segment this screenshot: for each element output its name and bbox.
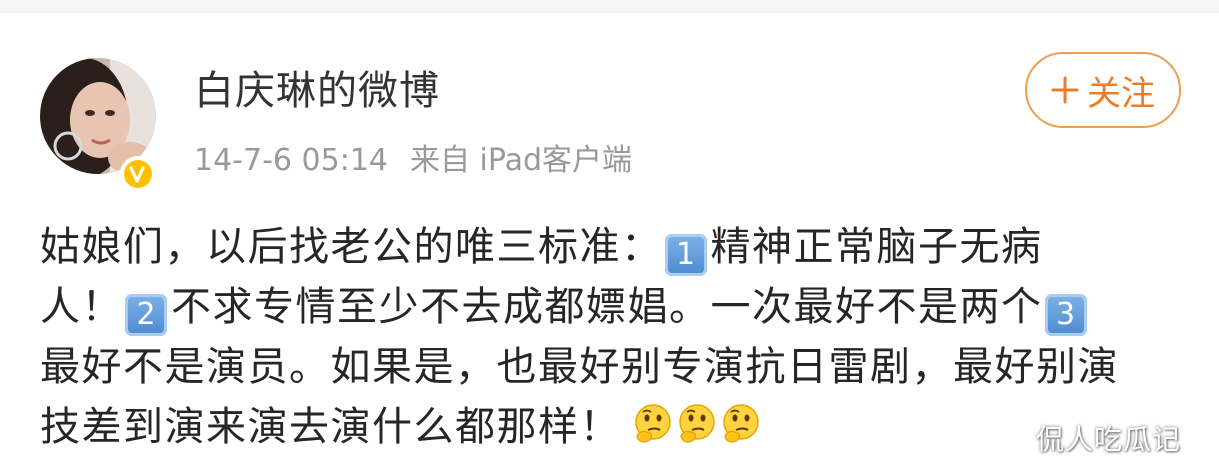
thinking-face-emoji <box>679 404 715 443</box>
plus-icon <box>1051 76 1079 104</box>
author-avatar[interactable] <box>40 58 156 192</box>
post-body: 姑娘们，以后找老公的唯三标准： 1 精神正常脑子无病 人！ 2 不求专情至少不去成都嫖娼… <box>40 217 1190 457</box>
post-line: 最好不是演员。如果是，也最好别专演抗日雷剧，最好别演 <box>40 344 1119 390</box>
keycap-two-emoji: 2 <box>125 294 167 336</box>
post-line: 技差到演来演去演什么都那样！ <box>40 397 1190 457</box>
top-divider <box>0 0 1219 13</box>
post-timestamp: 14-7-6 05:14 <box>194 143 388 178</box>
weibo-post-card: 白庆琳的微博 14-7-6 05:14 来自 iPad客户端 关注 姑娘们，以后找… <box>0 0 1219 475</box>
keycap-one-emoji: 1 <box>664 234 707 276</box>
post-line: 人！ 2 不求专情至少不去成都嫖娼。一次最好不是两个 3 <box>40 277 1190 337</box>
post-line: 姑娘们，以后找老公的唯三标准： 1 精神正常脑子无病 <box>40 217 1190 277</box>
thinking-face-emoji <box>635 404 671 443</box>
thinking-face-emoji <box>723 404 759 443</box>
follow-button[interactable]: 关注 <box>1025 52 1181 128</box>
post-meta: 14-7-6 05:14 来自 iPad客户端 <box>194 136 632 186</box>
emoji-group <box>631 402 763 446</box>
verified-icon <box>120 156 156 192</box>
author-name[interactable]: 白庆琳的微博 <box>194 62 440 120</box>
watermark: 侃人吃瓜记 <box>1036 423 1182 456</box>
keycap-three-emoji: 3 <box>1044 294 1087 336</box>
post-source[interactable]: 来自 iPad客户端 <box>410 143 632 178</box>
follow-label: 关注 <box>1087 73 1155 114</box>
